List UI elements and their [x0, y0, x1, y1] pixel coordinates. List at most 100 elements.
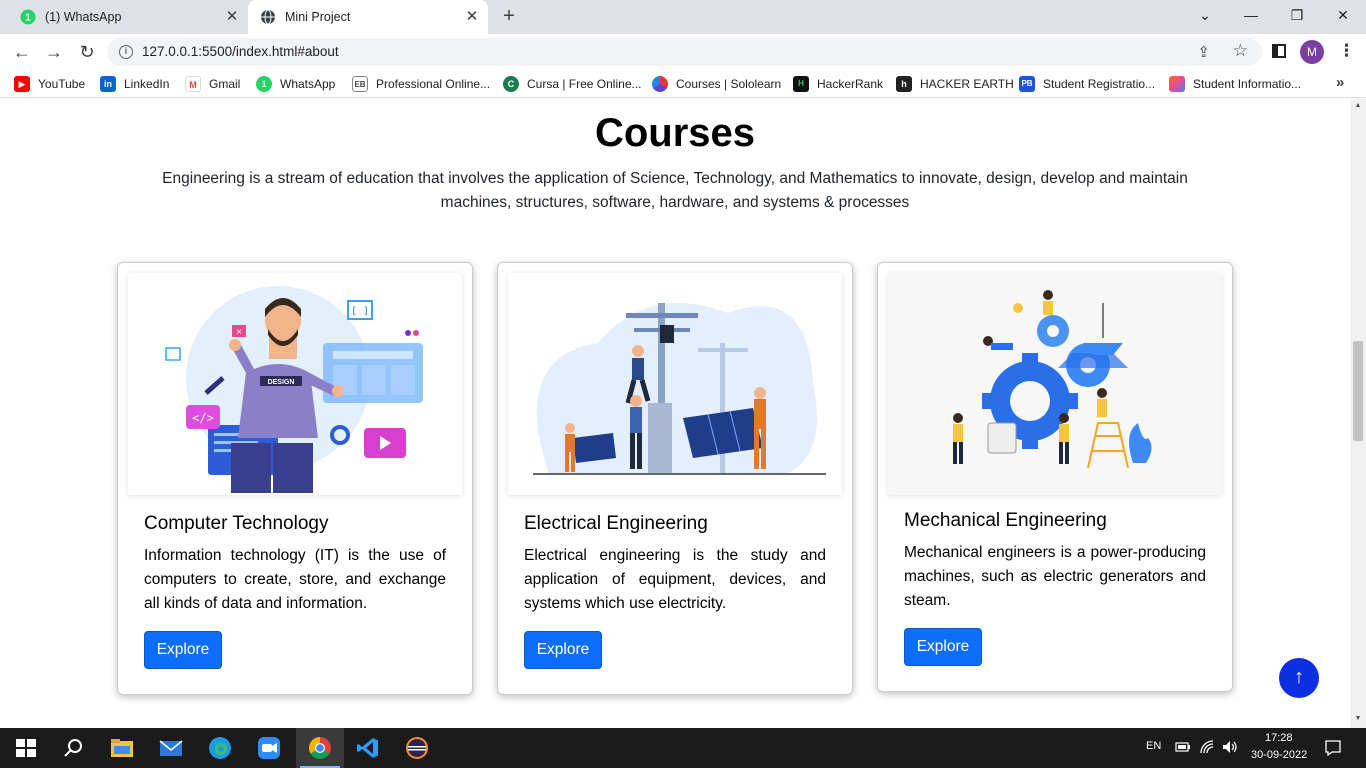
language-indicator[interactable]: EN	[1146, 740, 1161, 752]
minimize-icon[interactable]: —	[1239, 4, 1263, 26]
bookmark-label: WhatsApp	[280, 77, 336, 91]
page-subtitle: Engineering is a stream of education tha…	[162, 170, 1188, 211]
browser-toolbar: ← → ↻ i 127.0.0.1:5500/index.html#about …	[0, 34, 1366, 70]
eb-icon: EB	[352, 76, 368, 92]
arrow-up-icon: ↑	[1294, 666, 1304, 688]
bookmark-cursa[interactable]: C Cursa | Free Online...	[503, 76, 642, 92]
hackerrank-icon: H	[793, 76, 809, 92]
back-icon[interactable]: ←	[10, 41, 34, 63]
bookmark-label: HACKER EARTH	[920, 77, 1014, 91]
tab-mini-project[interactable]: Mini Project ✕	[248, 0, 488, 34]
close-tab-icon[interactable]: ✕	[464, 9, 480, 25]
page-scrollbar[interactable]: ▲ ▼	[1350, 99, 1366, 728]
bookmark-whatsapp[interactable]: 1 WhatsApp	[256, 76, 335, 92]
restore-icon[interactable]: ❐	[1285, 4, 1309, 26]
bookmark-youtube[interactable]: ▶ YouTube	[14, 76, 85, 92]
more-bookmarks-icon[interactable]: »	[1336, 74, 1344, 91]
menu-icon[interactable]: ⋮	[1338, 41, 1355, 61]
reload-icon[interactable]: ↻	[75, 41, 99, 63]
windows-taskbar: EN 17:28 30-09-2022	[0, 728, 1366, 768]
scroll-up-arrow-icon[interactable]: ▲	[1353, 102, 1363, 109]
card-title: Computer Technology	[144, 513, 329, 534]
explore-button[interactable]: Explore	[524, 631, 602, 669]
forward-icon[interactable]: →	[42, 41, 66, 63]
bookmark-label: YouTube	[38, 77, 86, 91]
volume-icon[interactable]	[1222, 740, 1238, 754]
search-icon[interactable]	[62, 736, 86, 760]
electricians-illustration	[533, 303, 826, 475]
bookmark-label: Cursa | Free Online...	[527, 77, 642, 91]
zoom-icon[interactable]	[257, 736, 281, 760]
gmail-icon: M	[185, 76, 201, 92]
bookmark-hackerearth[interactable]: h HACKER EARTH	[896, 76, 1014, 92]
explore-button[interactable]: Explore	[144, 631, 222, 669]
page-viewport: Courses Engineering is a stream of educa…	[0, 99, 1350, 728]
bookmark-star-icon[interactable]: ☆	[1233, 41, 1248, 61]
course-card-computer-technology: </> DESIGN × [ ] Computer Technology Inf…	[117, 262, 473, 695]
explore-button[interactable]: Explore	[904, 628, 982, 666]
battery-icon[interactable]	[1175, 741, 1191, 753]
site-info-icon[interactable]: i	[119, 45, 133, 59]
shirt-badge: DESIGN	[268, 379, 295, 386]
url-text[interactable]: 127.0.0.1:5500/index.html#about	[142, 44, 339, 59]
bookmark-professional-online[interactable]: EB Professional Online...	[352, 76, 490, 92]
card-title: Mechanical Engineering	[904, 510, 1107, 531]
scroll-to-top-button[interactable]: ↑	[1279, 658, 1319, 698]
electrical-engineering-illustration	[508, 273, 842, 495]
share-icon[interactable]: ⇪	[1197, 43, 1210, 61]
tab-title: Mini Project	[285, 10, 351, 24]
mail-icon[interactable]	[159, 736, 183, 760]
profile-avatar[interactable]: M	[1300, 40, 1324, 64]
bookmark-label: LinkedIn	[124, 77, 170, 91]
bookmark-label: Student Registratio...	[1043, 77, 1156, 91]
bookmark-label: Professional Online...	[376, 77, 491, 91]
sololearn-icon	[652, 76, 668, 92]
bookmark-gmail[interactable]: M Gmail	[185, 76, 240, 92]
windows-start-icon[interactable]	[14, 736, 38, 760]
chrome-taskbar-button[interactable]	[296, 728, 344, 768]
vscode-icon[interactable]	[356, 736, 380, 760]
notifications-icon[interactable]	[1324, 739, 1342, 757]
edge-icon[interactable]	[208, 736, 232, 760]
address-bar[interactable]: i 127.0.0.1:5500/index.html#about ⇪ ☆	[107, 38, 1262, 66]
linkedin-icon: in	[100, 76, 116, 92]
bookmark-hackerrank[interactable]: H HackerRank	[793, 76, 883, 92]
close-tab-icon[interactable]: ✕	[224, 9, 240, 25]
mechanical-engineering-illustration	[888, 273, 1222, 495]
hackerearth-icon: h	[896, 76, 912, 92]
bookmark-student-registration[interactable]: PB Student Registratio...	[1019, 76, 1155, 92]
course-card-mechanical-engineering: Mechanical Engineering Mechanical engine…	[877, 262, 1233, 692]
side-panel-icon[interactable]	[1272, 44, 1286, 58]
whatsapp-icon: 1	[256, 76, 272, 92]
tab-whatsapp[interactable]: 1 (1) WhatsApp ✕	[8, 0, 248, 34]
card-text: Mechanical engineers is a power-producin…	[904, 544, 1206, 609]
svg-text:</>: </>	[192, 411, 214, 425]
bookmark-linkedin[interactable]: in LinkedIn	[100, 76, 169, 92]
tab-search-icon[interactable]: ⌄	[1193, 4, 1217, 26]
eclipse-icon[interactable]	[405, 736, 429, 760]
svg-text:[ ]: [ ]	[351, 306, 369, 317]
tab-title: (1) WhatsApp	[45, 10, 122, 24]
bookmarks-bar: ▶ YouTube in LinkedIn M Gmail 1 WhatsApp EB P…	[0, 70, 1366, 98]
clock-date[interactable]: 30-09-2022	[1251, 749, 1307, 761]
bookmark-student-information[interactable]: Student Informatio...	[1169, 76, 1301, 92]
scrollbar-thumb[interactable]	[1353, 341, 1363, 441]
card-title: Electrical Engineering	[524, 513, 708, 534]
svg-text:×: ×	[236, 327, 242, 338]
pb-icon: PB	[1019, 76, 1035, 92]
computer-technology-illustration: </> DESIGN × [ ]	[128, 273, 462, 495]
bookmark-label: Courses | Sololearn	[676, 77, 782, 91]
bookmark-label: Gmail	[209, 77, 241, 91]
designer-illustration: </> DESIGN × [ ]	[165, 286, 423, 493]
youtube-icon: ▶	[14, 76, 30, 92]
globe-icon	[261, 9, 275, 25]
file-explorer-icon[interactable]	[110, 736, 134, 760]
clock-time[interactable]: 17:28	[1265, 732, 1293, 744]
wifi-icon[interactable]	[1199, 739, 1215, 755]
new-tab-icon[interactable]: +	[498, 5, 520, 27]
bookmark-sololearn[interactable]: Courses | Sololearn	[652, 76, 781, 92]
whatsapp-icon: 1	[20, 9, 36, 25]
cursa-icon: C	[503, 76, 519, 92]
close-window-icon[interactable]: ✕	[1331, 4, 1355, 26]
scroll-down-arrow-icon[interactable]: ▼	[1353, 715, 1363, 722]
